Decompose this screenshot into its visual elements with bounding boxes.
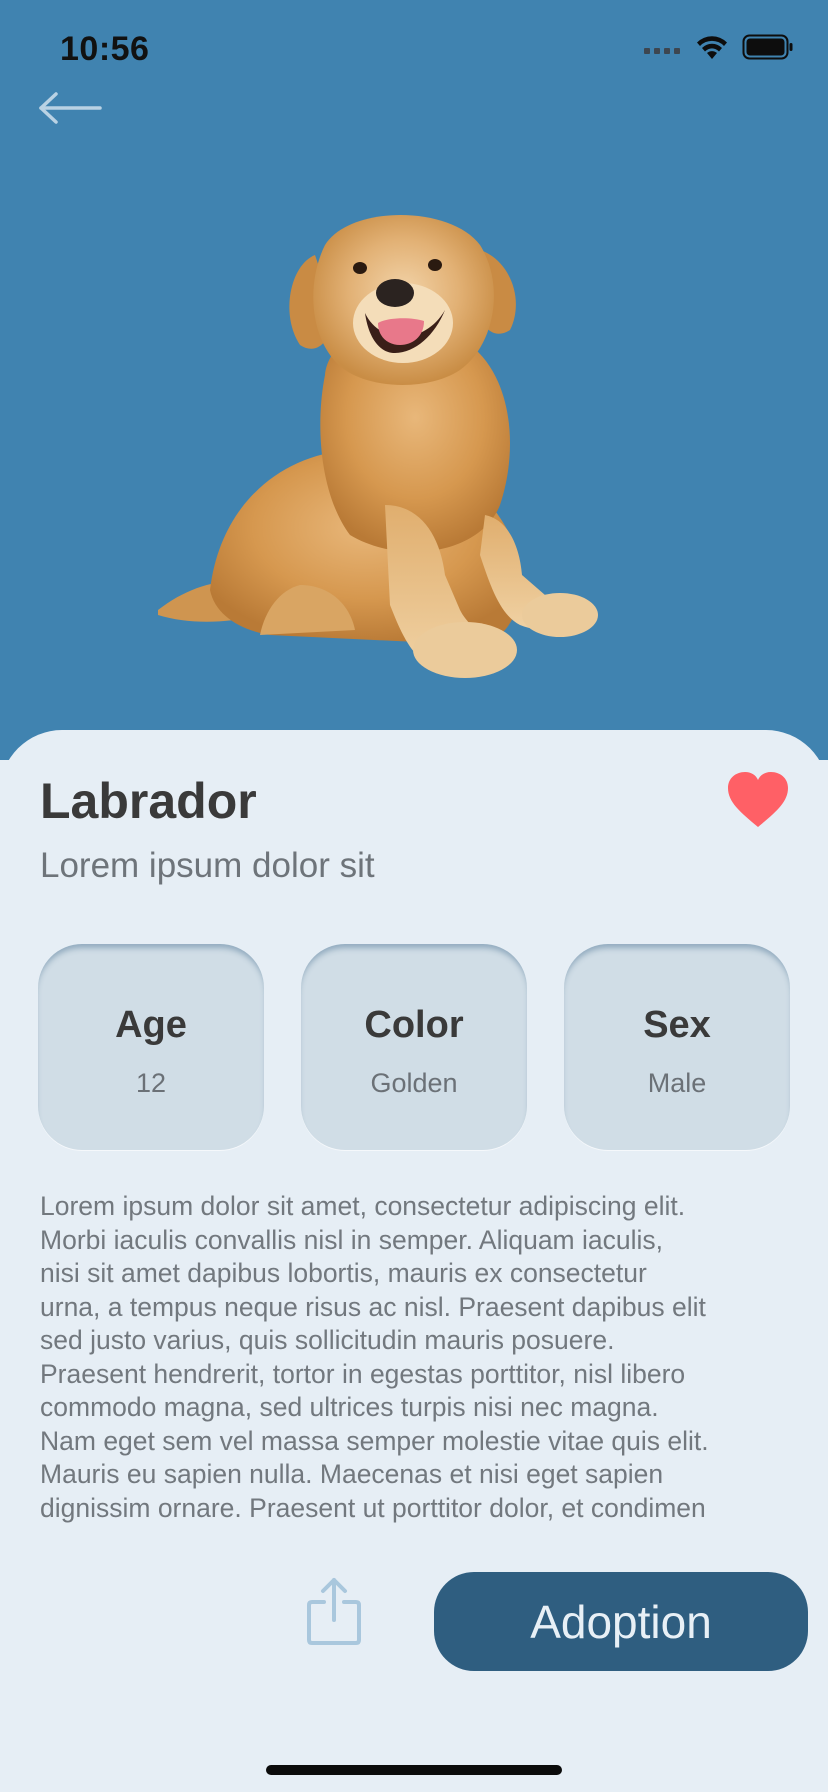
status-time: 10:56 bbox=[60, 30, 150, 68]
description-line: Morbi iaculis convallis nisl in semper. … bbox=[40, 1224, 663, 1255]
pet-name: Labrador bbox=[40, 773, 257, 829]
pet-tagline: Lorem ipsum dolor sit bbox=[40, 846, 375, 885]
stat-card-sex: Sex Male bbox=[564, 944, 790, 1150]
description-line: Praesent hendrerit, tortor in egestas po… bbox=[40, 1358, 686, 1389]
stat-card-age: Age 12 bbox=[38, 944, 264, 1150]
home-indicator[interactable] bbox=[266, 1765, 562, 1775]
dog-photo bbox=[158, 215, 598, 678]
adoption-button[interactable]: Adoption bbox=[434, 1572, 808, 1671]
cellular-signal-icon bbox=[644, 48, 680, 54]
description-line: Mauris eu sapien nulla. Maecenas et nisi… bbox=[40, 1459, 664, 1489]
status-bar: 10:56 bbox=[0, 0, 828, 100]
description-line: urna, a tempus neque risus ac nisl. Prae… bbox=[40, 1291, 706, 1322]
stat-card-color: Color Golden bbox=[301, 944, 527, 1150]
pet-description: Lorem ipsum dolor sit amet, consectetur … bbox=[40, 1190, 810, 1525]
description-line: dignissim ornare. Praesent ut porttitor … bbox=[40, 1492, 706, 1523]
stat-value: Golden bbox=[370, 1068, 458, 1098]
description-line: sed justo varius, quis sollicitudin maur… bbox=[40, 1325, 615, 1355]
stat-label: Age bbox=[115, 1004, 187, 1046]
stat-value: Male bbox=[647, 1068, 707, 1098]
stat-label: Sex bbox=[643, 1004, 711, 1046]
stat-label: Color bbox=[364, 1004, 464, 1046]
arrow-left-icon[interactable] bbox=[36, 88, 106, 128]
stat-value: 12 bbox=[135, 1068, 167, 1098]
description-line: Lorem ipsum dolor sit amet, consectetur … bbox=[40, 1191, 686, 1221]
heart-icon[interactable] bbox=[726, 770, 790, 830]
status-icons bbox=[644, 34, 794, 60]
description-line: commodo magna, sed ultrices turpis nisi … bbox=[40, 1392, 659, 1422]
battery-icon bbox=[742, 34, 793, 60]
wifi-icon bbox=[697, 36, 727, 59]
pet-stats: Age 12 Color Golden Sex Male bbox=[38, 944, 791, 1150]
description-line: nisi sit amet dapibus lobortis, mauris e… bbox=[40, 1258, 647, 1288]
share-icon[interactable] bbox=[306, 1576, 362, 1646]
description-line: Nam eget sem vel massa semper molestie v… bbox=[40, 1425, 709, 1456]
